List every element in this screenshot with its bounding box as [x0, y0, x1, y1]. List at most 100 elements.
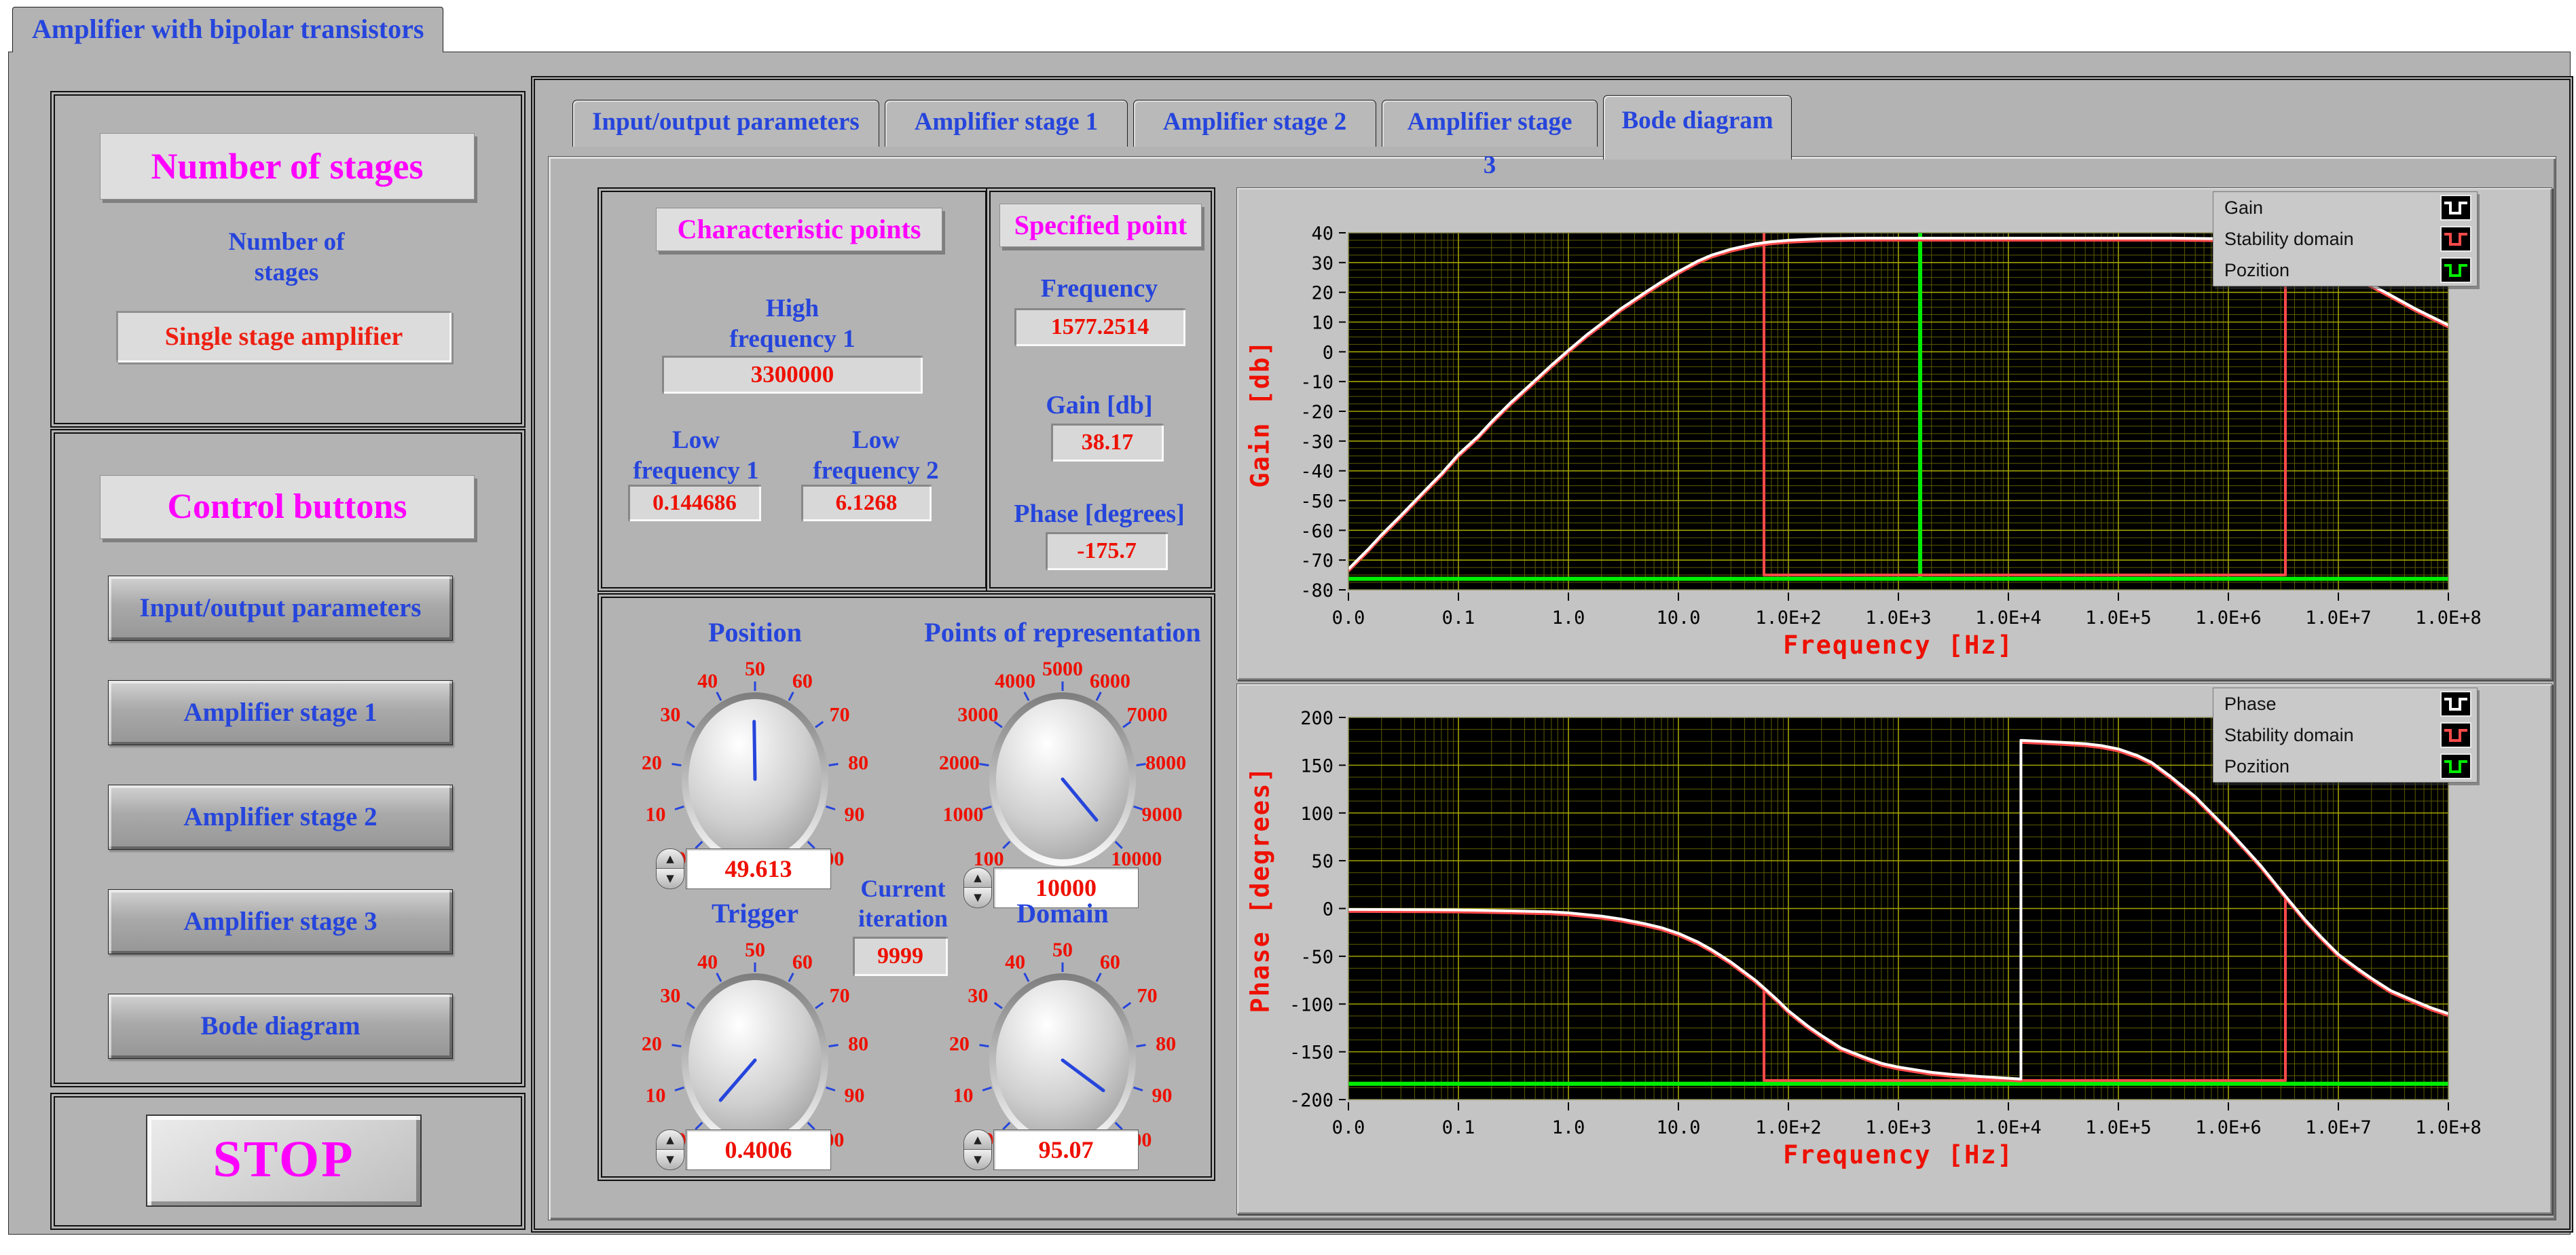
legend-wave-icon [2440, 722, 2471, 748]
svg-text:-150: -150 [1289, 1043, 1333, 1064]
legend-item-pozition[interactable]: Pozition [2213, 255, 2477, 286]
window-tab-label: Amplifier with bipolar transistors [32, 14, 424, 44]
spin-down-icon[interactable]: ▼ [657, 869, 684, 888]
knob-trigger-value[interactable]: 0.4006 [686, 1129, 831, 1170]
current-iteration-label: Current iteration [842, 874, 964, 934]
knob-points-of-representation-dial[interactable]: 1001000200030004000500060007000800090001… [920, 650, 1205, 901]
legend-label: Pozition [2224, 260, 2289, 280]
svg-text:90: 90 [844, 1085, 864, 1107]
svg-text:4000: 4000 [995, 670, 1035, 692]
high-frequency-1-label: High frequency 1 [611, 293, 974, 354]
spin-up-icon[interactable]: ▲ [657, 1130, 684, 1150]
gain-bode-graph: 0.00.11.010.01.0E+21.0E+31.0E+41.0E+51.0… [1236, 187, 2552, 680]
control-button-amplifier-stage-2[interactable]: Amplifier stage 2 [108, 785, 453, 850]
legend-wave-icon [2440, 195, 2471, 221]
svg-text:-50: -50 [1300, 491, 1333, 512]
svg-text:80: 80 [848, 751, 868, 774]
legend-label: Phase [2224, 694, 2277, 714]
svg-text:10: 10 [953, 1085, 974, 1107]
svg-text:20: 20 [642, 751, 662, 774]
svg-text:0: 0 [1323, 899, 1333, 920]
svg-text:50: 50 [1052, 939, 1073, 961]
svg-text:40: 40 [1311, 223, 1333, 244]
legend-item-gain[interactable]: Gain [2213, 192, 2477, 223]
control-buttons-header: Control buttons [100, 475, 475, 539]
knob-position-spinner[interactable]: ▲▼ [656, 848, 684, 889]
plot-legend: Gain Stability domain Pozition [2213, 191, 2478, 286]
knob-trigger-spinner[interactable]: ▲▼ [656, 1129, 684, 1170]
stages-selector[interactable]: Single stage amplifier [116, 311, 452, 362]
spin-up-icon[interactable]: ▲ [657, 849, 684, 869]
svg-text:7000: 7000 [1127, 704, 1168, 726]
legend-wave-icon [2440, 226, 2471, 252]
window-tab[interactable]: Amplifier with bipolar transistors [12, 7, 443, 52]
tab-bode-diagram[interactable]: Bode diagram [1603, 95, 1792, 160]
svg-text:1.0E+7: 1.0E+7 [2305, 1117, 2372, 1138]
x-axis-title: Frequency [Hz] [1348, 631, 2448, 660]
svg-text:-50: -50 [1300, 947, 1333, 968]
legend-label: Stability domain [2224, 229, 2354, 249]
legend-item-stability-domain[interactable]: Stability domain [2213, 223, 2477, 255]
specified-point-header: Specified point [999, 204, 1202, 247]
specified-frequency-label: Frequency [986, 273, 1213, 304]
high-frequency-1-value: 3300000 [662, 356, 923, 394]
spin-down-icon[interactable]: ▼ [657, 1150, 684, 1169]
control-button-amplifier-stage-1[interactable]: Amplifier stage 1 [108, 680, 453, 745]
svg-text:0.0: 0.0 [1332, 1117, 1365, 1138]
specified-phase-value: -175.7 [1046, 532, 1168, 570]
specified-frequency-value: 1577.2514 [1014, 308, 1185, 346]
knob-domain-value[interactable]: 95.07 [993, 1129, 1139, 1170]
svg-text:150: 150 [1300, 755, 1333, 776]
svg-text:1.0E+8: 1.0E+8 [2415, 607, 2482, 629]
legend-wave-icon [2440, 753, 2471, 779]
svg-text:0.1: 0.1 [1442, 1117, 1475, 1138]
control-button-input-output-parameters[interactable]: Input/output parameters [108, 576, 453, 641]
svg-text:6000: 6000 [1090, 670, 1130, 692]
svg-text:40: 40 [1005, 951, 1025, 973]
svg-text:70: 70 [830, 985, 850, 1007]
low-frequency-2-label: Low frequency 2 [774, 425, 978, 486]
svg-text:1.0E+4: 1.0E+4 [1975, 1117, 2042, 1138]
legend-item-phase[interactable]: Phase [2213, 688, 2477, 719]
svg-text:1.0E+2: 1.0E+2 [1755, 607, 1822, 629]
legend-item-pozition[interactable]: Pozition [2213, 751, 2477, 782]
spin-up-icon[interactable]: ▲ [964, 1130, 991, 1150]
stop-button[interactable]: STOP [146, 1114, 422, 1207]
svg-text:60: 60 [792, 951, 813, 973]
svg-text:50: 50 [745, 939, 765, 961]
tab-amplifier-stage-2[interactable]: Amplifier stage 2 [1133, 100, 1376, 147]
knob-domain: Domain0102030405060708090100▲▼95.07 [920, 897, 1205, 1216]
legend-label: Stability domain [2224, 725, 2354, 745]
svg-text:80: 80 [848, 1032, 868, 1055]
knob-position-label: Position [612, 616, 898, 648]
svg-text:-10: -10 [1300, 372, 1333, 393]
svg-text:0.1: 0.1 [1442, 607, 1475, 629]
legend-item-stability-domain[interactable]: Stability domain [2213, 719, 2477, 751]
svg-text:1.0: 1.0 [1552, 1117, 1585, 1138]
spin-up-icon[interactable]: ▲ [964, 868, 991, 888]
svg-text:0.0: 0.0 [1332, 607, 1365, 629]
svg-text:70: 70 [1137, 985, 1158, 1007]
knob-domain-spinner[interactable]: ▲▼ [963, 1129, 992, 1170]
characteristic-points-header: Characteristic points [656, 208, 942, 251]
spin-down-icon[interactable]: ▼ [964, 1150, 991, 1169]
control-button-bode-diagram[interactable]: Bode diagram [108, 994, 453, 1059]
svg-text:0: 0 [1323, 342, 1333, 363]
svg-text:-60: -60 [1300, 521, 1333, 542]
svg-text:-100: -100 [1289, 994, 1333, 1015]
tab-amplifier-stage-3[interactable]: Amplifier stage 3 [1382, 100, 1598, 147]
knob-position-value[interactable]: 49.613 [686, 848, 831, 889]
y-axis-title: Phase [degrees] [1246, 809, 1275, 1013]
svg-text:30: 30 [660, 985, 680, 1007]
low-frequency-1-value: 0.144686 [628, 485, 761, 521]
legend-label: Pozition [2224, 756, 2289, 776]
svg-text:60: 60 [1100, 951, 1120, 973]
tab-amplifier-stage-1[interactable]: Amplifier stage 1 [885, 100, 1128, 147]
legend-wave-icon [2440, 257, 2471, 283]
svg-text:40: 40 [697, 951, 718, 973]
svg-text:9000: 9000 [1141, 804, 1182, 826]
control-button-amplifier-stage-3[interactable]: Amplifier stage 3 [108, 889, 453, 954]
svg-text:200: 200 [1300, 708, 1333, 729]
svg-text:20: 20 [949, 1032, 970, 1055]
tab-input-output-parameters[interactable]: Input/output parameters [572, 100, 879, 147]
